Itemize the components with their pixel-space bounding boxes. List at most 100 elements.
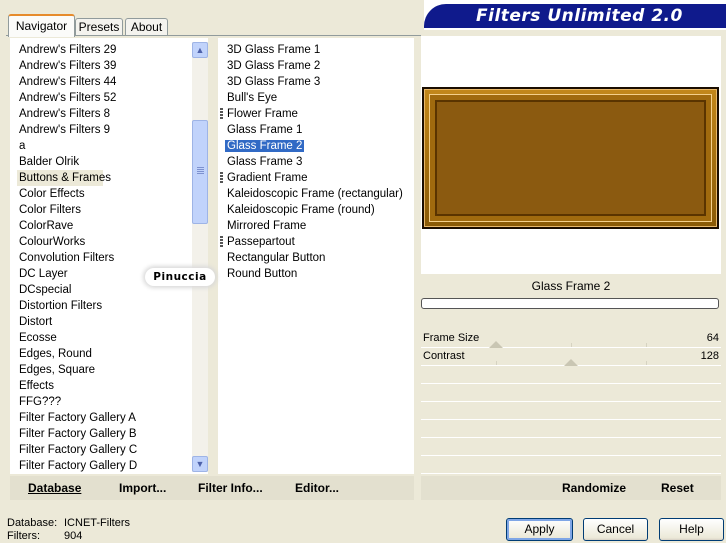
category-item[interactable]: Andrew's Filters 9 [10,122,195,138]
status-area: Database: ICNET-Filters Filters: 904 [7,517,130,543]
filter-item-label: Glass Frame 1 [227,124,303,136]
status-database-value: ICNET-Filters [64,517,130,529]
category-list-panel: Andrew's Filters 29 Andrew's Filters 39 An… [10,38,208,474]
category-item[interactable]: Effects [10,378,195,394]
import-button[interactable]: Import... [119,481,166,495]
category-item[interactable]: Andrew's Filters 39 [10,58,195,74]
scroll-thumb[interactable] [192,120,208,224]
category-item[interactable]: ColourWorks [10,234,195,250]
category-item[interactable]: Filter Factory Gallery C [10,442,195,458]
apply-button[interactable]: Apply [506,518,573,541]
category-item[interactable]: Andrew's Filters 44 [10,74,195,90]
filter-item[interactable]: Bull's Eye [218,90,414,106]
filter-item-label: Kaleidoscopic Frame (rectangular) [227,188,403,200]
param-empty-row [421,421,721,438]
param-frame-size[interactable]: Frame Size 64 [421,331,721,348]
filter-item-label: Rectangular Button [227,252,326,264]
status-filters-value: 904 [64,530,83,542]
filter-item[interactable]: Flower Frame [218,106,414,122]
category-list: Andrew's Filters 29 Andrew's Filters 39 An… [10,42,195,474]
filter-item[interactable]: Gradient Frame [218,170,414,186]
selected-filter-name: Glass Frame 2 [531,279,611,293]
filter-item[interactable]: 3D Glass Frame 1 [218,42,414,58]
category-item[interactable]: Edges, Round [10,346,195,362]
filter-item[interactable]: Glass Frame 2 [218,138,414,154]
title-banner: Filters Unlimited 2.0 [424,0,726,30]
category-item[interactable]: Distortion Filters [10,298,195,314]
right-toolbar: Randomize Reset [421,476,721,500]
category-item[interactable]: Filter Factory Gallery D [10,458,195,474]
category-item[interactable]: Buttons & Frames [17,170,111,186]
filter-item-label: Kaleidoscopic Frame (round) [227,204,375,216]
tab-presets[interactable]: Presets [75,18,123,35]
category-item[interactable]: Filter Factory Gallery A [10,410,195,426]
category-item[interactable]: Andrew's Filters 52 [10,90,195,106]
category-scrollbar[interactable]: ▲ ▼ [192,42,208,472]
param-empty-row [421,457,721,474]
slider-thumb[interactable] [564,359,578,366]
filter-item-label: 3D Glass Frame 3 [227,76,321,88]
param-empty-row [421,385,721,402]
filter-item[interactable]: Glass Frame 3 [218,154,414,170]
category-item[interactable]: ColorRave [10,218,195,234]
reset-button[interactable]: Reset [661,481,694,495]
category-item[interactable]: Filter Factory Gallery B [10,426,195,442]
param-label: Frame Size [423,332,480,344]
category-item[interactable]: Ecosse [10,330,195,346]
progress-bar [421,298,719,309]
param-empty-row [421,367,721,384]
filter-info-button[interactable]: Filter Info... [198,481,263,495]
filter-item[interactable]: 3D Glass Frame 3 [218,74,414,90]
watermark-label: Pinuccia [145,268,215,286]
filter-list-panel: 3D Glass Frame 1 3D Glass Frame 2 3D Glass… [218,38,414,474]
left-toolbar: Database Import... Filter Info... Editor… [10,476,414,500]
filter-item[interactable]: Round Button [218,266,414,282]
filter-item[interactable]: Rectangular Button [218,250,414,266]
database-button[interactable]: Database [28,481,81,495]
filter-item-label: Mirrored Frame [227,220,307,232]
param-empty-row [421,403,721,420]
scroll-down-icon[interactable]: ▼ [192,456,208,472]
filter-item-label: 3D Glass Frame 1 [227,44,321,56]
category-item[interactable]: Color Filters [10,202,195,218]
filter-item-label: Glass Frame 3 [227,156,303,168]
grip-icon [220,172,223,184]
category-item[interactable]: Color Effects [10,186,195,202]
filter-item[interactable]: Glass Frame 1 [218,122,414,138]
category-item[interactable]: Balder Olrik [10,154,195,170]
editor-button[interactable]: Editor... [295,481,339,495]
tab-about[interactable]: About [125,18,168,35]
preview-panel [421,36,721,274]
slider-thumb[interactable] [489,341,503,348]
grip-icon [220,108,223,120]
filter-item-label: Round Button [227,268,298,280]
filter-item[interactable]: Kaleidoscopic Frame (round) [218,202,414,218]
filter-item-label: Bull's Eye [227,92,278,104]
filter-item[interactable]: Passepartout [218,234,414,250]
status-database-label: Database: [7,517,58,529]
filter-item[interactable]: 3D Glass Frame 2 [218,58,414,74]
filter-item[interactable]: Kaleidoscopic Frame (rectangular) [218,186,414,202]
param-value: 128 [700,350,719,362]
filter-item[interactable]: Mirrored Frame [218,218,414,234]
category-item[interactable]: FFG??? [10,394,195,410]
scroll-up-icon[interactable]: ▲ [192,42,208,58]
param-label: Contrast [423,350,465,362]
parameter-panel: Frame Size 64 Contrast 128 [421,331,721,474]
filter-item-label: 3D Glass Frame 2 [227,60,321,72]
status-filters-label: Filters: [7,530,40,542]
filter-item-label: Glass Frame 2 [225,140,305,152]
param-empty-row [421,439,721,456]
help-button[interactable]: Help [659,518,724,541]
category-item[interactable]: Andrew's Filters 8 [10,106,195,122]
category-item[interactable]: Edges, Square [10,362,195,378]
category-item[interactable]: Distort [10,314,195,330]
category-item[interactable]: Andrew's Filters 29 [10,42,195,58]
param-contrast[interactable]: Contrast 128 [421,349,721,366]
category-item[interactable]: Convolution Filters [10,250,195,266]
cancel-button[interactable]: Cancel [583,518,648,541]
filter-item-label: Passepartout [227,236,295,248]
tab-navigator[interactable]: Navigator [8,14,75,37]
randomize-button[interactable]: Randomize [562,481,626,495]
category-item[interactable]: a [10,138,195,154]
